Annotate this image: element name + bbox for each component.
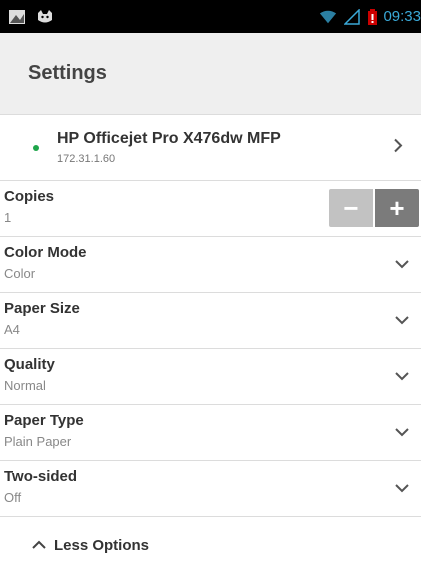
setting-paper-size[interactable]: Paper Size A4 (0, 293, 421, 349)
signal-icon (343, 8, 361, 25)
setting-label: Paper Type (4, 412, 84, 429)
chevron-down-icon (395, 312, 409, 330)
plus-icon: + (389, 192, 405, 223)
minus-icon: − (343, 192, 359, 223)
status-bar: 09:33 (0, 0, 421, 33)
setting-label: Two-sided (4, 468, 78, 485)
setting-two-sided[interactable]: Two-sided Off (0, 461, 421, 517)
printer-status-dot (33, 144, 39, 151)
copies-stepper: − + (329, 189, 419, 227)
settings-header: Settings (0, 33, 421, 115)
status-time: 09:33 (383, 8, 421, 25)
setting-value: Plain Paper (4, 434, 72, 449)
setting-value: Off (4, 490, 22, 505)
setting-paper-type[interactable]: Paper Type Plain Paper (0, 405, 421, 461)
cat-icon (36, 9, 54, 25)
battery-icon (367, 8, 377, 25)
chevron-down-icon (395, 368, 409, 386)
setting-label: Quality (4, 356, 55, 373)
page-title: Settings (28, 62, 107, 84)
setting-quality[interactable]: Quality Normal (0, 349, 421, 405)
chevron-down-icon (395, 424, 409, 442)
less-options-button[interactable]: Less Options (0, 517, 421, 573)
setting-value: Normal (4, 378, 46, 393)
chevron-up-icon (32, 536, 46, 554)
setting-copies: Copies 1 − + (0, 181, 421, 237)
setting-value: Color (4, 266, 36, 281)
setting-value: 1 (4, 210, 12, 225)
chevron-down-icon (395, 480, 409, 498)
printer-ip: 172.31.1.60 (57, 153, 116, 165)
screenshot-icon (8, 9, 26, 25)
setting-label: Paper Size (4, 300, 80, 317)
chevron-down-icon (395, 256, 409, 274)
less-options-label: Less Options (54, 536, 150, 554)
printer-name: HP Officejet Pro X476dw MFP (57, 130, 281, 147)
printer-selector[interactable]: HP Officejet Pro X476dw MFP 172.31.1.60 (0, 115, 421, 181)
wifi-icon (319, 9, 337, 25)
chevron-right-icon (393, 138, 403, 157)
setting-label: Color Mode (4, 244, 87, 261)
setting-label: Copies (4, 188, 55, 205)
increment-button[interactable]: + (375, 189, 419, 227)
setting-color-mode[interactable]: Color Mode Color (0, 237, 421, 293)
decrement-button[interactable]: − (329, 189, 373, 227)
setting-value: A4 (4, 322, 20, 337)
